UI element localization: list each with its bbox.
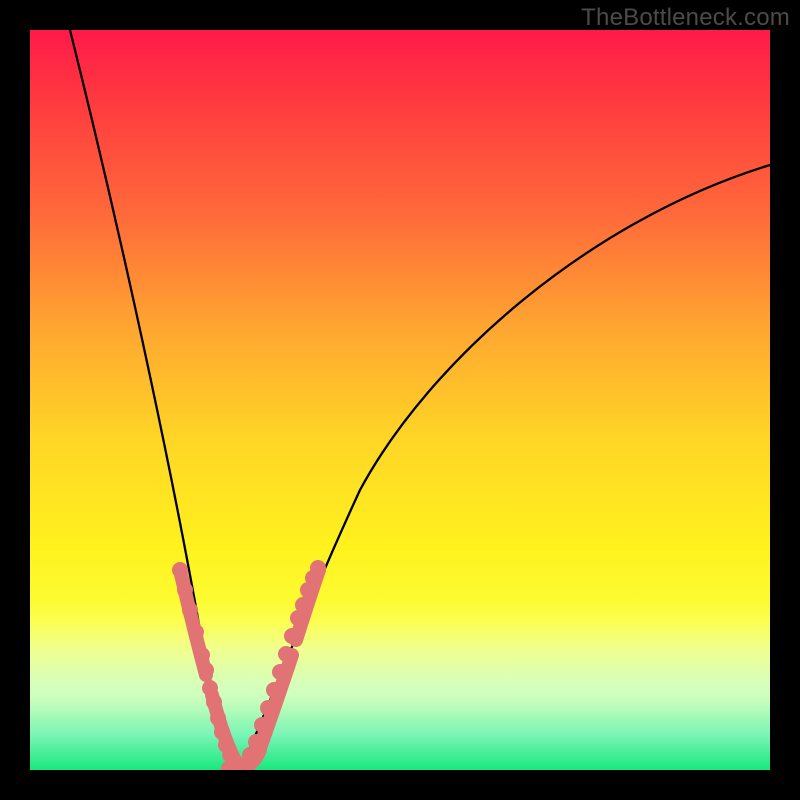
pink-dot	[310, 560, 326, 576]
pink-dot	[272, 664, 288, 680]
pink-dot	[278, 646, 294, 662]
pink-dot	[194, 647, 210, 663]
pink-dot	[177, 582, 193, 598]
pink-dot	[206, 694, 222, 710]
pink-dot	[198, 662, 214, 678]
chart-svg	[30, 30, 770, 770]
curve-left-branch	[70, 30, 240, 770]
watermark-text: TheBottleneck.com	[581, 4, 790, 32]
pink-dot	[202, 680, 218, 696]
pink-dot	[260, 700, 276, 716]
pink-dot	[266, 682, 282, 698]
pink-dot	[172, 562, 188, 578]
pink-dot	[188, 624, 204, 640]
pink-dot	[254, 717, 270, 733]
pink-dot	[248, 734, 264, 750]
pink-dot	[182, 602, 198, 618]
chart-plot-area	[30, 30, 770, 770]
curve-right-branch	[240, 165, 770, 770]
pink-dots-group	[172, 560, 326, 770]
pink-dot	[295, 597, 311, 613]
pink-dot	[284, 628, 300, 644]
pink-dot	[210, 710, 226, 726]
